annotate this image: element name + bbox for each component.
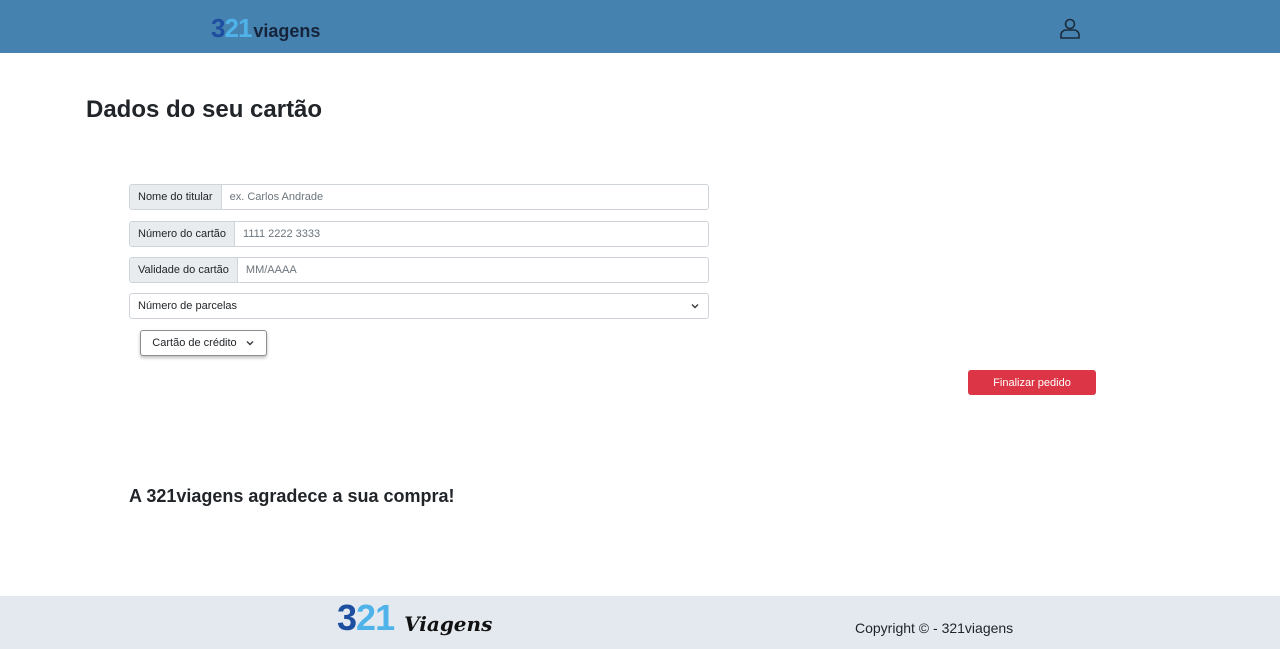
copyright-text: Copyright © - 321viagens: [855, 620, 1014, 636]
cardholder-name-input[interactable]: [221, 185, 708, 209]
chevron-down-icon: [691, 304, 699, 309]
footer-logo-digit-2: 2: [356, 597, 376, 638]
card-expiry-group: Validade do cartão: [129, 257, 709, 283]
cardholder-name-label: Nome do titular: [130, 185, 222, 209]
logo-digit-3: 3: [211, 13, 226, 43]
card-expiry-input[interactable]: [237, 258, 708, 282]
footer-logo: 3 2 1 Viagens: [337, 597, 493, 638]
top-navbar: 3 2 1 viagens: [0, 0, 1280, 53]
card-number-label: Número do cartão: [130, 222, 236, 246]
thanks-message: A 321viagens agradece a sua compra!: [129, 486, 455, 506]
logo-digit-1: 1: [237, 13, 253, 43]
payment-method-dropdown[interactable]: Cartão de crédito: [140, 330, 267, 356]
card-number-input[interactable]: [235, 222, 708, 246]
card-number-group: Número do cartão: [129, 221, 709, 247]
page-title: Dados do seu cartão: [86, 96, 323, 123]
footer-logo-digit-3: 3: [337, 597, 357, 638]
logo-digit-2: 2: [224, 13, 239, 43]
installments-select-value: Número de parcelas: [138, 300, 238, 312]
footer: 3 2 1 Viagens Copyright © - 321viagens: [0, 596, 1280, 649]
card-expiry-label: Validade do cartão: [130, 258, 238, 282]
cardholder-name-group: Nome do titular: [129, 184, 709, 210]
payment-method-label: Cartão de crédito: [152, 337, 237, 349]
brand-logo[interactable]: 3 2 1 viagens: [211, 15, 320, 42]
installments-select[interactable]: Número de parcelas: [129, 293, 709, 319]
logo-word: viagens: [253, 21, 321, 41]
finalize-order-button[interactable]: Finalizar pedido: [968, 370, 1096, 395]
footer-logo-word: Viagens: [404, 612, 493, 636]
chevron-down-icon: [246, 341, 254, 346]
footer-logo-digit-1: 1: [375, 597, 395, 638]
user-icon[interactable]: [1058, 16, 1082, 40]
